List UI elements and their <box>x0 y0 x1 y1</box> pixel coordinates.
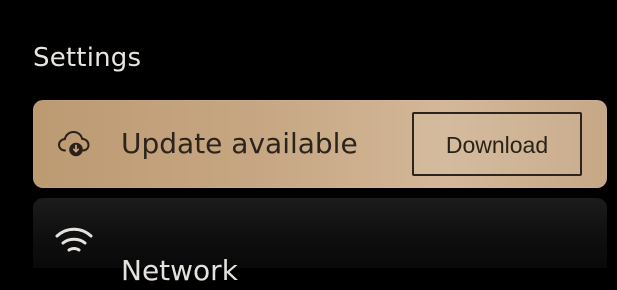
page-title: Settings <box>33 43 142 73</box>
network-label: Network <box>121 254 238 287</box>
settings-row-network[interactable]: Network <box>33 198 607 287</box>
wifi-icon <box>55 227 93 252</box>
settings-page: Settings Update available Download Netwo… <box>0 0 617 287</box>
settings-row-update[interactable]: Update available Download <box>33 100 607 188</box>
download-button[interactable]: Download <box>412 112 582 176</box>
update-available-label: Update available <box>121 127 358 160</box>
cloud-download-icon <box>57 130 90 157</box>
